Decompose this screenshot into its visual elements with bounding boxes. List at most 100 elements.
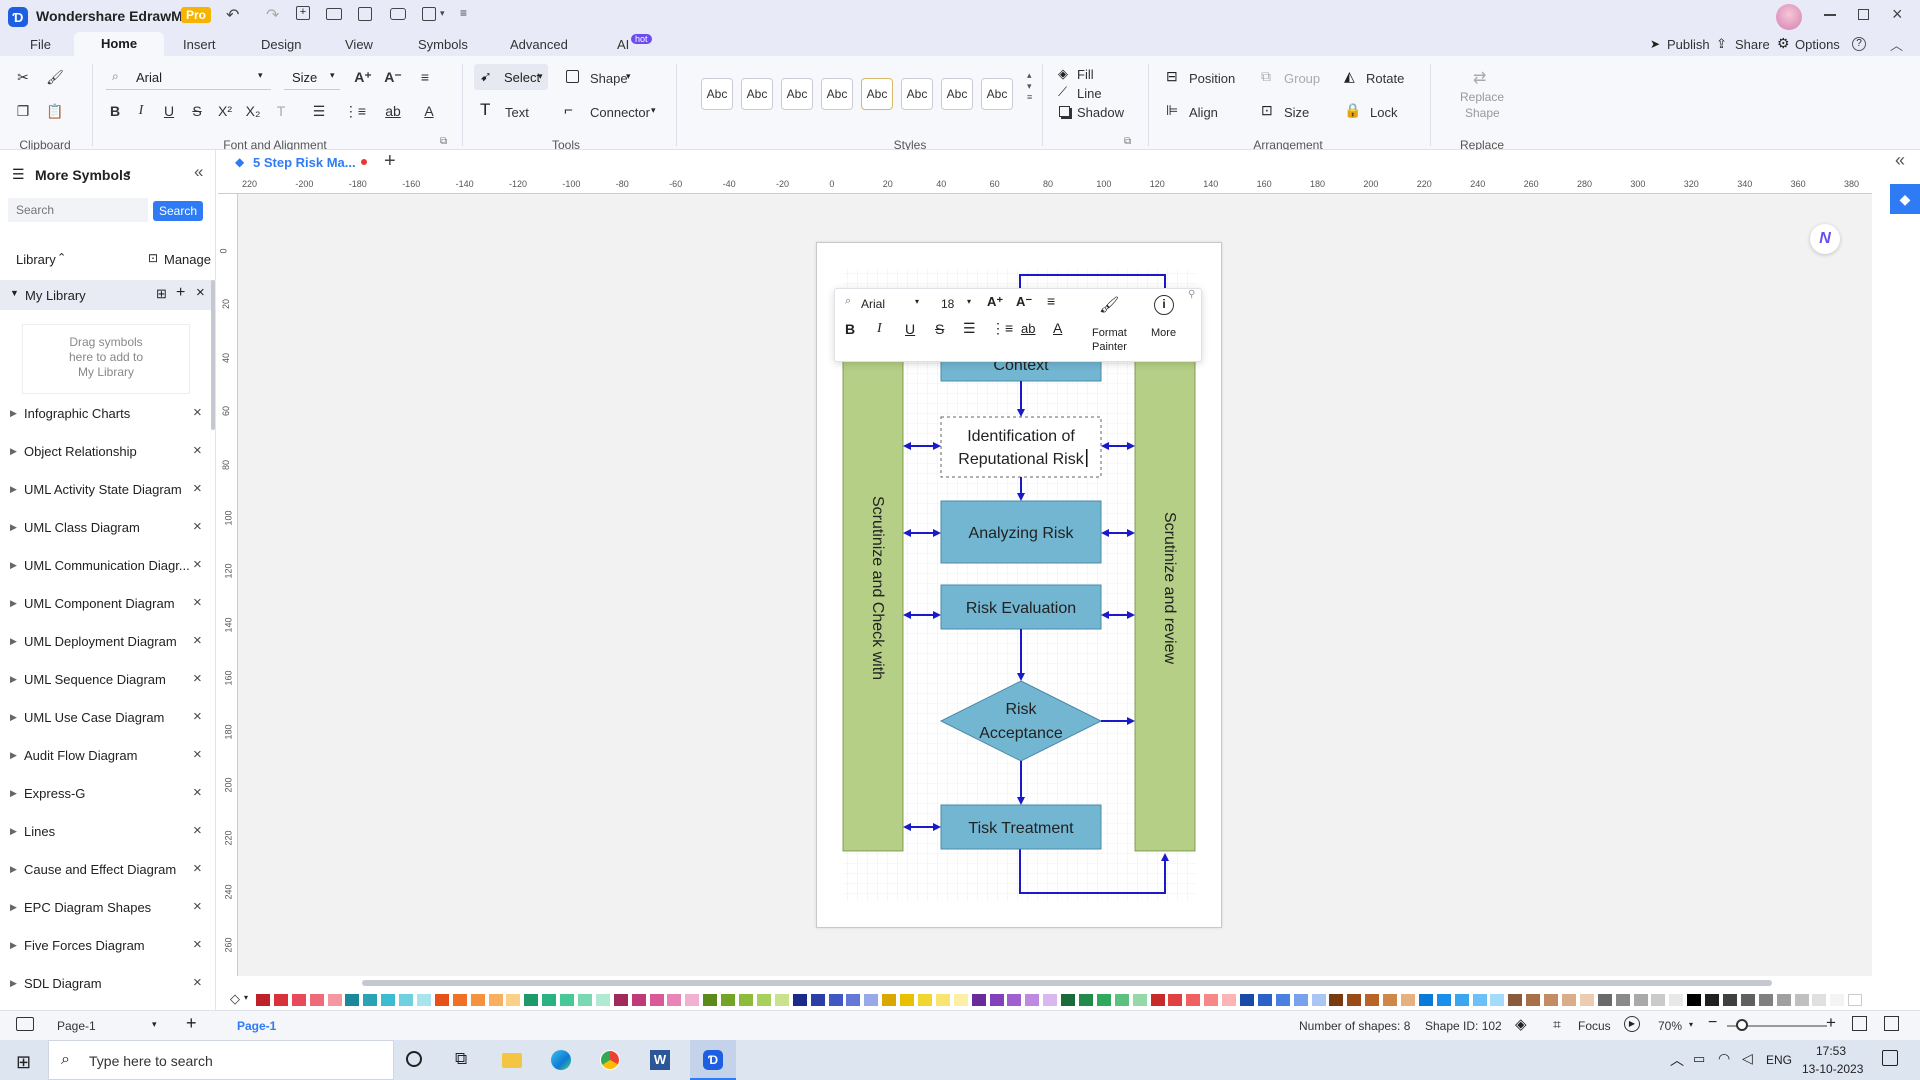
- library-item[interactable]: ▶ UML Deployment Diagram ×: [0, 623, 216, 661]
- panel-title[interactable]: More Symbols: [35, 167, 131, 183]
- color-swatch[interactable]: [1848, 994, 1863, 1006]
- color-swatch[interactable]: [1239, 994, 1254, 1006]
- color-swatch[interactable]: [506, 994, 521, 1006]
- cut-icon[interactable]: ✂: [12, 66, 34, 88]
- style-swatch-1[interactable]: Abc: [701, 78, 733, 110]
- library-item[interactable]: ▶ Object Relationship ×: [0, 433, 216, 471]
- close-icon[interactable]: ×: [193, 556, 202, 573]
- line-spacing-icon[interactable]: ☰: [308, 100, 330, 122]
- underline-icon[interactable]: U: [158, 100, 180, 122]
- focus-button[interactable]: Focus: [1578, 1019, 1611, 1033]
- redo-icon[interactable]: ↷: [266, 5, 279, 25]
- replace-shape-label-2[interactable]: Shape: [1465, 106, 1500, 120]
- options-button[interactable]: Options: [1795, 37, 1840, 52]
- share-button[interactable]: Share: [1735, 37, 1770, 52]
- color-swatch[interactable]: [739, 994, 754, 1006]
- color-swatch[interactable]: [1365, 994, 1380, 1006]
- position-button[interactable]: Position: [1189, 71, 1235, 86]
- chrome-icon[interactable]: [600, 1050, 620, 1070]
- color-swatch[interactable]: [1132, 994, 1147, 1006]
- color-swatch[interactable]: [542, 994, 557, 1006]
- increase-font-icon[interactable]: A⁺: [352, 66, 374, 88]
- file-explorer-icon[interactable]: [502, 1053, 522, 1068]
- color-swatch[interactable]: [452, 994, 467, 1006]
- wifi-icon[interactable]: ◠: [1718, 1050, 1730, 1067]
- color-swatch[interactable]: [1544, 994, 1559, 1006]
- subscript-icon[interactable]: X₂: [242, 100, 264, 122]
- style-swatch-7[interactable]: Abc: [941, 78, 973, 110]
- color-swatch[interactable]: [1669, 994, 1684, 1006]
- group-button[interactable]: Group: [1284, 71, 1320, 86]
- undo-icon[interactable]: ↶: [226, 5, 239, 25]
- color-swatch[interactable]: [1490, 994, 1505, 1006]
- shape-tool[interactable]: Shape: [590, 71, 628, 86]
- bullet-list-icon[interactable]: ⋮≡: [991, 320, 1013, 337]
- chevron-down-icon[interactable]: ▾: [126, 168, 131, 179]
- color-swatch[interactable]: [756, 994, 771, 1006]
- color-swatch[interactable]: [1329, 994, 1344, 1006]
- color-swatch[interactable]: [1615, 994, 1630, 1006]
- help-icon[interactable]: ?: [1852, 37, 1866, 51]
- color-swatch[interactable]: [613, 994, 628, 1006]
- style-swatch-4[interactable]: Abc: [821, 78, 853, 110]
- chevron-down-icon[interactable]: ▾: [967, 297, 971, 306]
- style-swatch-5[interactable]: Abc: [861, 78, 893, 110]
- my-library-dropzone[interactable]: Drag symbols here to add to My Library: [22, 324, 190, 394]
- color-swatch[interactable]: [327, 994, 342, 1006]
- style-swatch-2[interactable]: Abc: [741, 78, 773, 110]
- style-swatch-6[interactable]: Abc: [901, 78, 933, 110]
- dialog-launcher-icon[interactable]: ⧉: [440, 136, 447, 147]
- task-view-icon[interactable]: ⧉: [455, 1049, 467, 1069]
- close-icon[interactable]: ×: [193, 442, 202, 459]
- zoom-slider-thumb[interactable]: [1736, 1019, 1748, 1031]
- more-label[interactable]: More: [1151, 327, 1176, 339]
- library-item[interactable]: ▶ Five Forces Diagram ×: [0, 927, 216, 965]
- text-style-icon[interactable]: T: [270, 100, 292, 122]
- layers-icon[interactable]: ◈: [1515, 1015, 1527, 1033]
- word-icon[interactable]: W: [650, 1050, 670, 1070]
- font-family-select[interactable]: ⌕ Arial ▾: [106, 66, 271, 90]
- panel-scrollbar[interactable]: [211, 280, 215, 430]
- close-icon[interactable]: ×: [193, 480, 202, 497]
- color-swatch[interactable]: [1454, 994, 1469, 1006]
- color-swatch[interactable]: [309, 994, 324, 1006]
- my-library-header[interactable]: ▼ My Library ⊞ + ×: [0, 280, 216, 310]
- color-swatch[interactable]: [1007, 994, 1022, 1006]
- close-icon[interactable]: ×: [193, 746, 202, 763]
- minimize-icon[interactable]: [1824, 14, 1836, 16]
- color-swatch[interactable]: [1275, 994, 1290, 1006]
- format-panel-button[interactable]: ◆: [1890, 184, 1920, 214]
- symbol-search-input[interactable]: [8, 198, 148, 222]
- clock-time[interactable]: 17:53: [1816, 1044, 1846, 1058]
- library-item[interactable]: ▶ UML Activity State Diagram ×: [0, 471, 216, 509]
- add-icon[interactable]: +: [176, 284, 185, 302]
- size-button[interactable]: Size: [1284, 105, 1309, 120]
- menu-home-tab[interactable]: Home: [74, 32, 164, 56]
- fill-none-icon[interactable]: ◇: [230, 991, 240, 1007]
- export-icon[interactable]: [422, 7, 436, 21]
- color-swatch[interactable]: [721, 994, 736, 1006]
- library-item[interactable]: ▶ EPC Diagram Shapes ×: [0, 889, 216, 927]
- close-icon[interactable]: ×: [193, 936, 202, 953]
- color-swatch[interactable]: [1114, 994, 1129, 1006]
- close-icon[interactable]: ×: [193, 974, 202, 991]
- color-swatch[interactable]: [1025, 994, 1040, 1006]
- strikethrough-icon[interactable]: S: [186, 100, 208, 122]
- avatar[interactable]: [1776, 4, 1802, 30]
- chevron-down-icon[interactable]: ▾: [440, 8, 445, 19]
- underline-icon[interactable]: U: [905, 321, 915, 337]
- format-painter-label-1[interactable]: Format: [1092, 327, 1127, 339]
- strikethrough-icon[interactable]: S: [935, 321, 944, 337]
- color-swatch[interactable]: [595, 994, 610, 1006]
- library-item[interactable]: ▶ Cause and Effect Diagram ×: [0, 851, 216, 889]
- monitor-icon[interactable]: ▭: [1693, 1051, 1705, 1067]
- chevron-down-icon[interactable]: ▾: [1689, 1020, 1693, 1029]
- color-swatch[interactable]: [1096, 994, 1111, 1006]
- restore-icon[interactable]: [1858, 9, 1869, 20]
- copy-icon[interactable]: ❐: [12, 100, 34, 122]
- color-swatch[interactable]: [363, 994, 378, 1006]
- library-item[interactable]: ▶ UML Sequence Diagram ×: [0, 661, 216, 699]
- color-swatch[interactable]: [1418, 994, 1433, 1006]
- styles-scroll-icon[interactable]: ▴ ▾ ≡: [1027, 70, 1032, 103]
- color-swatch[interactable]: [1293, 994, 1308, 1006]
